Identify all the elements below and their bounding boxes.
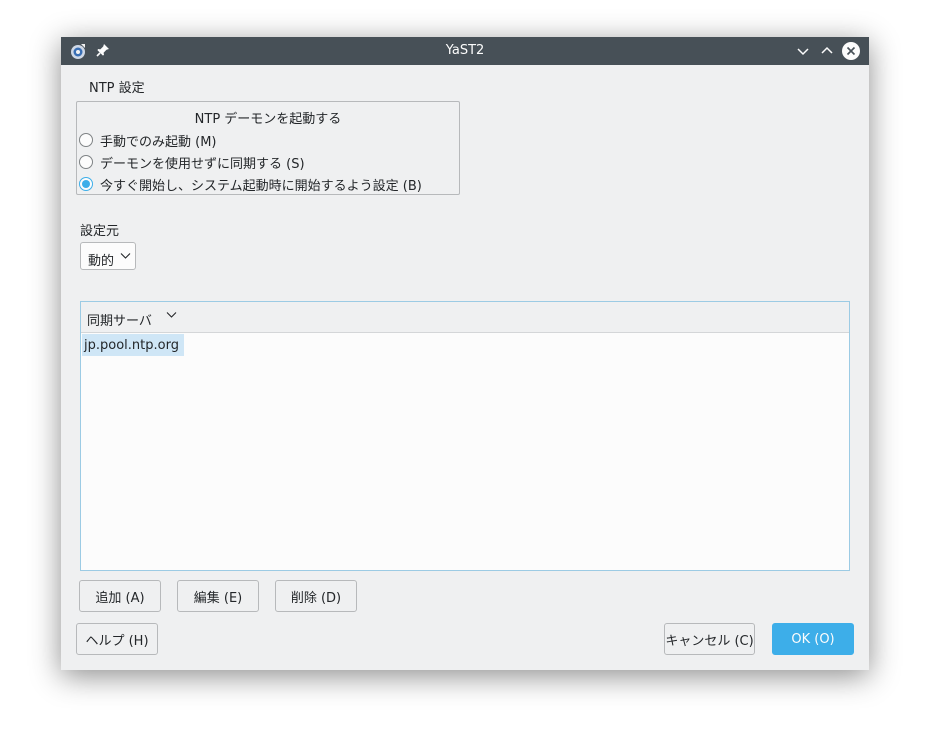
maximize-button[interactable] <box>818 42 836 60</box>
config-source-label: 設定元 <box>80 224 120 239</box>
delete-button[interactable]: 削除 (D) <box>275 580 357 612</box>
cancel-button[interactable]: キャンセル (C) <box>664 623 755 655</box>
radio-label: 今すぐ開始し、システム起動時に開始するよう設定 (B) <box>100 178 422 194</box>
radio-sync-without-daemon[interactable]: デーモンを使用せずに同期する (S) <box>79 152 305 172</box>
edit-button[interactable]: 編集 (E) <box>177 580 259 612</box>
section-title: NTP 設定 <box>89 81 145 96</box>
ok-button[interactable]: OK (O) <box>772 623 854 655</box>
radio-indicator[interactable] <box>79 155 93 169</box>
radio-label: デーモンを使用せずに同期する (S) <box>100 156 305 172</box>
list-item-selected[interactable]: jp.pool.ntp.org <box>82 334 184 356</box>
groupbox-title: NTP デーモンを起動する <box>194 112 342 127</box>
chevron-up-icon <box>821 46 833 54</box>
chevron-down-icon <box>120 253 131 259</box>
yast2-window: YaST2 NTP 設定 NTP デーモンを起動する 手動でのみ起動 (M) デ… <box>61 37 869 670</box>
title-bar[interactable]: YaST2 <box>61 37 869 65</box>
ntp-daemon-groupbox: NTP デーモンを起動する 手動でのみ起動 (M) デーモンを使用せずに同期する… <box>76 101 460 195</box>
radio-indicator-checked[interactable] <box>79 177 93 191</box>
close-button[interactable] <box>842 42 860 60</box>
minimize-button[interactable] <box>794 42 812 60</box>
help-button[interactable]: ヘルプ (H) <box>76 623 158 655</box>
radio-indicator[interactable] <box>79 133 93 147</box>
window-title: YaST2 <box>445 43 485 58</box>
chevron-down-icon <box>797 48 809 56</box>
add-button[interactable]: 追加 (A) <box>79 580 161 612</box>
config-source-value: 動的 <box>88 254 115 269</box>
radio-label: 手動でのみ起動 (M) <box>100 134 217 150</box>
config-source-combobox[interactable]: 動的 <box>80 242 136 270</box>
close-icon <box>846 46 856 56</box>
chevron-down-icon <box>166 312 177 318</box>
sync-server-list[interactable]: 同期サーバ jp.pool.ntp.org <box>80 301 850 571</box>
radio-start-now-and-on-boot[interactable]: 今すぐ開始し、システム起動時に開始するよう設定 (B) <box>79 174 422 194</box>
server-name: jp.pool.ntp.org <box>84 338 179 353</box>
radio-manual-start[interactable]: 手動でのみ起動 (M) <box>79 130 217 150</box>
column-header-sync-server[interactable]: 同期サーバ <box>81 302 849 333</box>
column-header-label: 同期サーバ <box>87 314 152 329</box>
